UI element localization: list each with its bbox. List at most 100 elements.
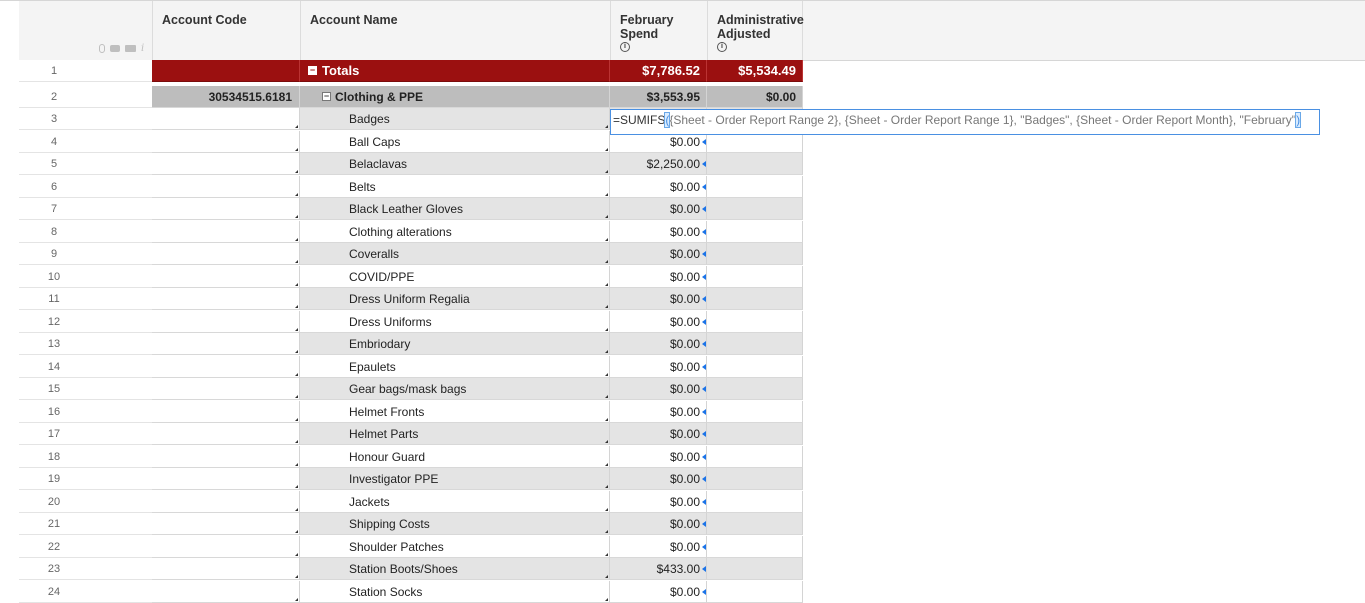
row-number-cell[interactable]: 5	[19, 153, 152, 175]
administrative-adjusted-cell[interactable]: $0.00	[707, 86, 803, 108]
account-code-cell[interactable]: 30534515.6181	[152, 86, 300, 108]
column-header-account-name[interactable]: Account Name	[300, 1, 610, 60]
account-name-cell[interactable]: Dress Uniforms	[300, 310, 610, 333]
account-name-cell[interactable]: Shipping Costs	[300, 513, 610, 535]
administrative-adjusted-cell[interactable]	[707, 198, 803, 220]
account-name-cell[interactable]: Helmet Fronts	[300, 400, 610, 423]
row-number-cell[interactable]: 17	[19, 423, 152, 445]
account-code-cell[interactable]	[152, 175, 300, 198]
account-code-cell[interactable]	[152, 108, 300, 130]
account-name-cell[interactable]: Jackets	[300, 490, 610, 513]
row-number-cell[interactable]: 2	[19, 86, 152, 108]
february-spend-cell[interactable]: $2,250.00	[610, 153, 707, 175]
account-name-cell[interactable]: Coveralls	[300, 243, 610, 265]
row-number-cell[interactable]: 11	[19, 288, 152, 310]
account-code-cell[interactable]	[152, 243, 300, 265]
account-code-cell[interactable]	[152, 310, 300, 333]
february-spend-cell[interactable]: $7,786.52	[610, 60, 707, 82]
formula-editor[interactable]: =SUMIFS({Sheet - Order Report Range 2}, …	[610, 109, 1320, 135]
comment-icon[interactable]	[110, 45, 120, 52]
info-icon[interactable]: i	[620, 42, 630, 52]
row-number-cell[interactable]: 23	[19, 558, 152, 580]
row-number-cell[interactable]: 9	[19, 243, 152, 265]
account-code-cell[interactable]	[152, 400, 300, 423]
row-number-cell[interactable]: 22	[19, 535, 152, 558]
row-number-cell[interactable]: 24	[19, 580, 152, 603]
account-name-cell[interactable]: − Totals	[300, 60, 610, 82]
february-spend-cell[interactable]: $0.00	[610, 265, 707, 288]
column-header-account-code[interactable]: Account Code	[152, 1, 300, 60]
account-code-cell[interactable]	[152, 468, 300, 490]
administrative-adjusted-cell[interactable]	[707, 310, 803, 333]
row-number-cell[interactable]: 8	[19, 220, 152, 243]
administrative-adjusted-cell[interactable]	[707, 535, 803, 558]
administrative-adjusted-cell[interactable]	[707, 445, 803, 468]
account-code-cell[interactable]	[152, 220, 300, 243]
account-name-cell[interactable]: Honour Guard	[300, 445, 610, 468]
account-name-cell[interactable]: Investigator PPE	[300, 468, 610, 490]
administrative-adjusted-cell[interactable]	[707, 355, 803, 378]
account-name-cell[interactable]: Belaclavas	[300, 153, 610, 175]
account-code-cell[interactable]	[152, 490, 300, 513]
account-name-cell[interactable]: Gear bags/mask bags	[300, 378, 610, 400]
row-number-cell[interactable]: 21	[19, 513, 152, 535]
february-spend-cell[interactable]: $3,553.95	[610, 86, 707, 108]
administrative-adjusted-cell[interactable]	[707, 513, 803, 535]
administrative-adjusted-cell[interactable]	[707, 265, 803, 288]
row-number-cell[interactable]: 15	[19, 378, 152, 400]
info-icon[interactable]: i	[717, 42, 727, 52]
account-name-cell[interactable]: COVID/PPE	[300, 265, 610, 288]
row-number-cell[interactable]: 7	[19, 198, 152, 220]
account-name-cell[interactable]: Station Socks	[300, 580, 610, 603]
account-name-cell[interactable]: Helmet Parts	[300, 423, 610, 445]
account-name-cell[interactable]: Black Leather Gloves	[300, 198, 610, 220]
february-spend-cell[interactable]: $0.00	[610, 310, 707, 333]
account-name-cell[interactable]: Embriodary	[300, 333, 610, 355]
account-code-cell[interactable]	[152, 423, 300, 445]
administrative-adjusted-cell[interactable]	[707, 220, 803, 243]
february-spend-cell[interactable]: $0.00	[610, 468, 707, 490]
account-name-cell[interactable]: − Clothing & PPE	[300, 86, 610, 108]
administrative-adjusted-cell[interactable]: $5,534.49	[707, 60, 803, 82]
february-spend-cell[interactable]: $0.00	[610, 490, 707, 513]
row-number-cell[interactable]: 14	[19, 355, 152, 378]
administrative-adjusted-cell[interactable]	[707, 153, 803, 175]
account-code-cell[interactable]	[152, 333, 300, 355]
february-spend-cell[interactable]: $0.00	[610, 175, 707, 198]
account-code-cell[interactable]	[152, 558, 300, 580]
account-name-cell[interactable]: Shoulder Patches	[300, 535, 610, 558]
account-name-cell[interactable]: Belts	[300, 175, 610, 198]
row-number-cell[interactable]: 19	[19, 468, 152, 490]
proof-icon[interactable]	[125, 45, 136, 52]
february-spend-cell[interactable]: $0.00	[610, 535, 707, 558]
account-code-cell[interactable]	[152, 198, 300, 220]
account-name-cell[interactable]: Badges	[300, 108, 610, 130]
february-spend-cell[interactable]: $0.00	[610, 288, 707, 310]
row-number-cell[interactable]: 13	[19, 333, 152, 355]
collapse-icon[interactable]: −	[308, 66, 317, 75]
account-code-cell[interactable]	[152, 355, 300, 378]
account-name-cell[interactable]: Clothing alterations	[300, 220, 610, 243]
account-code-cell[interactable]	[152, 535, 300, 558]
account-code-cell[interactable]	[152, 378, 300, 400]
february-spend-cell[interactable]: $0.00	[610, 198, 707, 220]
info-italic-icon[interactable]: i	[141, 43, 144, 54]
account-name-cell[interactable]: Station Boots/Shoes	[300, 558, 610, 580]
account-name-cell[interactable]: Epaulets	[300, 355, 610, 378]
column-header-february-spend[interactable]: February Spend i	[610, 1, 707, 60]
administrative-adjusted-cell[interactable]	[707, 175, 803, 198]
account-code-cell[interactable]	[152, 445, 300, 468]
administrative-adjusted-cell[interactable]	[707, 243, 803, 265]
account-code-cell[interactable]	[152, 580, 300, 603]
row-number-cell[interactable]: 4	[19, 130, 152, 153]
february-spend-cell[interactable]: $0.00	[610, 400, 707, 423]
collapse-icon[interactable]: −	[322, 92, 331, 101]
account-code-cell[interactable]	[152, 265, 300, 288]
february-spend-cell[interactable]: $0.00	[610, 333, 707, 355]
february-spend-cell[interactable]: $0.00	[610, 355, 707, 378]
row-number-cell[interactable]: 16	[19, 400, 152, 423]
administrative-adjusted-cell[interactable]	[707, 490, 803, 513]
administrative-adjusted-cell[interactable]	[707, 333, 803, 355]
administrative-adjusted-cell[interactable]	[707, 378, 803, 400]
account-code-cell[interactable]	[152, 153, 300, 175]
